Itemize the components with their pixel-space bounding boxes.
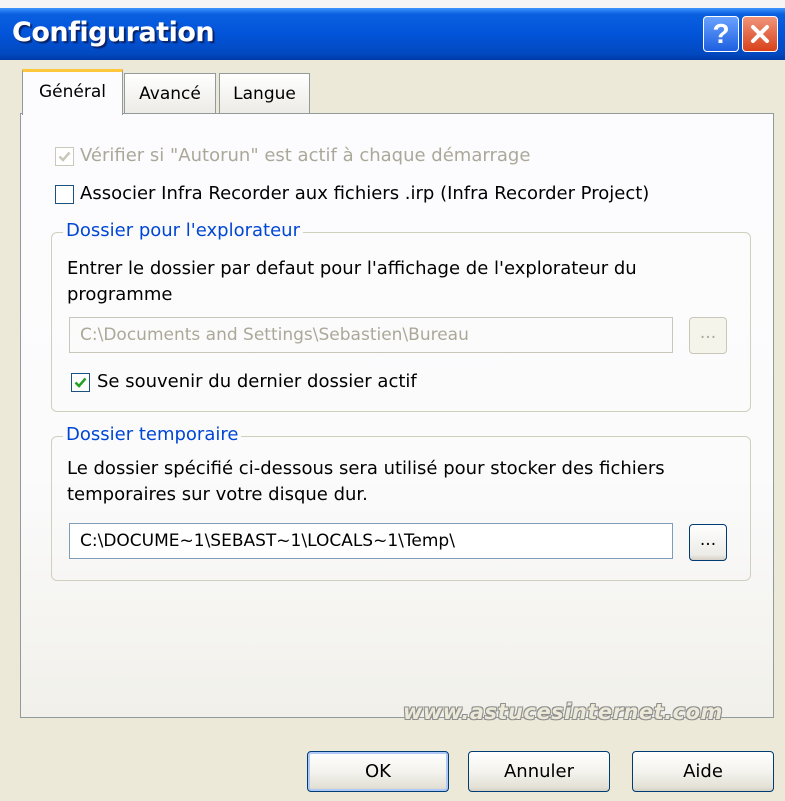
tab-langue[interactable]: Langue — [219, 73, 310, 113]
help-button[interactable]: ? — [703, 16, 739, 52]
ok-button[interactable]: OK — [307, 751, 449, 792]
explorer-group-title: Dossier pour l'explorateur — [63, 220, 303, 241]
temp-description-line1: Le dossier spécifié ci-dessous sera util… — [67, 458, 665, 479]
watermark: www.astucesinternet.com — [403, 700, 723, 724]
close-button[interactable] — [742, 16, 778, 52]
temp-path-field[interactable]: C:\DOCUME~1\SEBAST~1\LOCALS~1\Temp\ — [69, 523, 673, 559]
remember-checkbox[interactable] — [71, 373, 90, 392]
checkmark-icon — [74, 377, 87, 388]
help-dialog-button[interactable]: Aide — [632, 751, 774, 792]
temp-description-line2: temporaires sur votre disque dur. — [67, 484, 368, 505]
close-icon — [751, 25, 769, 43]
window-title: Configuration — [12, 17, 215, 48]
explorer-browse-button[interactable]: ... — [689, 317, 727, 354]
autorun-checkbox[interactable] — [55, 147, 74, 166]
associate-label: Associer Infra Recorder aux fichiers .ir… — [80, 183, 650, 204]
cancel-button[interactable]: Annuler — [468, 751, 610, 792]
temp-browse-button[interactable]: ... — [689, 524, 727, 561]
explorer-description-line1: Entrer le dossier par defaut pour l'affi… — [67, 258, 637, 279]
help-icon: ? — [712, 18, 730, 49]
autorun-label: Vérifier si "Autorun" est actif à chaque… — [80, 145, 531, 166]
associate-checkbox[interactable] — [55, 185, 74, 204]
explorer-path-field[interactable]: C:\Documents and Settings\Sebastien\Bure… — [69, 317, 673, 353]
tab-general[interactable]: Général — [22, 69, 123, 115]
tab-panel-general: Vérifier si "Autorun" est actif à chaque… — [20, 113, 774, 718]
temp-group-title: Dossier temporaire — [63, 424, 242, 445]
explorer-description-line2: programme — [67, 284, 173, 305]
tab-avance[interactable]: Avancé — [124, 73, 216, 113]
title-bar[interactable]: Configuration ? — [0, 8, 785, 60]
checkmark-icon — [58, 151, 71, 162]
remember-label: Se souvenir du dernier dossier actif — [97, 371, 417, 392]
